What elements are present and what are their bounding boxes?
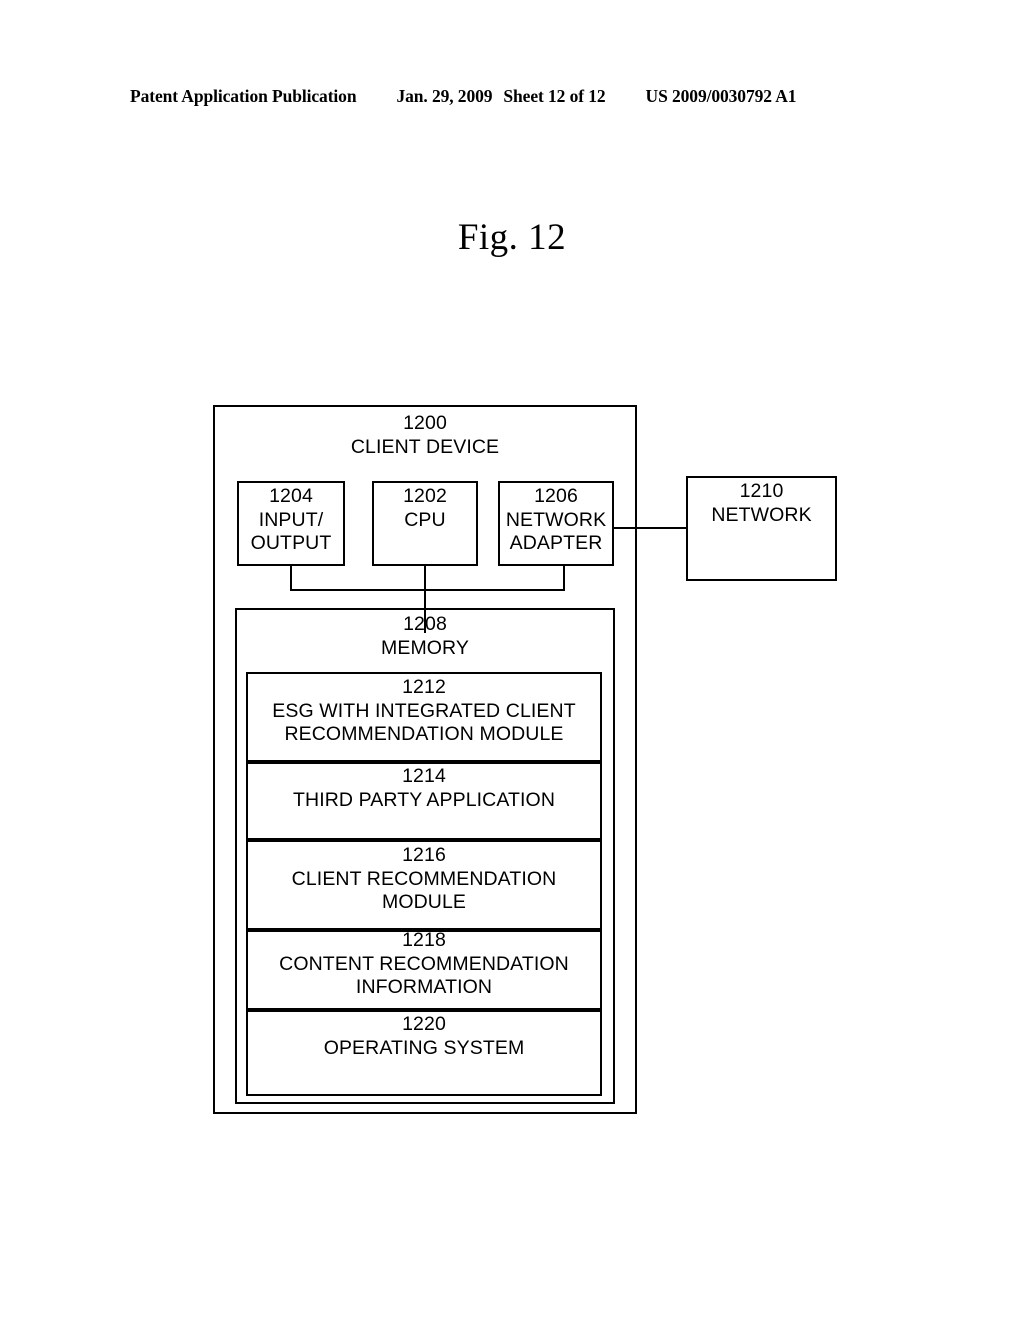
memory-module-label: 1220 OPERATING SYSTEM bbox=[323, 1013, 525, 1059]
input-output-label: 1204 INPUT/ OUTPUT bbox=[250, 485, 332, 554]
cpu-label: 1202 CPU bbox=[403, 485, 447, 531]
connector-input-output-to-bus bbox=[290, 566, 292, 590]
network-label: 1210 NETWORK bbox=[711, 480, 812, 526]
connector-network-adapter-to-bus bbox=[563, 566, 565, 590]
block-diagram: 1200 CLIENT DEVICE 1204 INPUT/ OUTPUT 12… bbox=[0, 0, 1024, 1320]
connector-cpu-to-memory bbox=[424, 566, 426, 633]
connector-internal-bus bbox=[290, 589, 565, 591]
connector-network-adapter-to-network bbox=[613, 527, 688, 529]
network-adapter-label: 1206 NETWORK ADAPTER bbox=[505, 485, 607, 554]
memory-module-label: 1218 CONTENT RECOMMENDATION INFORMATION bbox=[279, 929, 569, 998]
client-device-label: 1200 CLIENT DEVICE bbox=[350, 412, 500, 458]
memory-module-label: 1214 THIRD PARTY APPLICATION bbox=[293, 765, 555, 811]
memory-module-label: 1212 ESG WITH INTEGRATED CLIENT RECOMMEN… bbox=[272, 676, 576, 745]
memory-module-label: 1216 CLIENT RECOMMENDATION MODULE bbox=[291, 844, 557, 913]
